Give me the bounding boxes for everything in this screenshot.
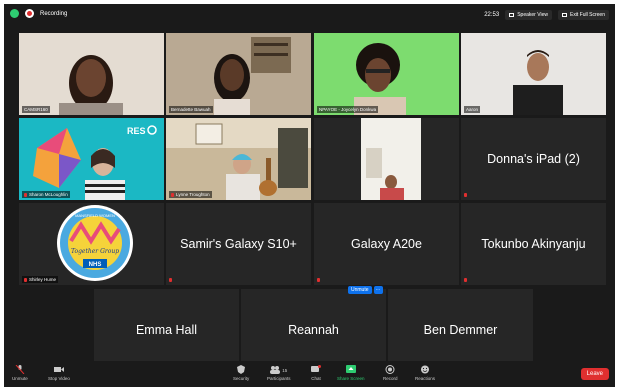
stop-video-button[interactable]: Stop Video	[48, 365, 70, 381]
participant-name: Sharon McLoughlin	[22, 191, 70, 198]
participant-video	[314, 118, 459, 200]
participant-video	[166, 33, 311, 115]
participant-tile[interactable]: Donna's iPad (2)	[461, 118, 606, 200]
participant-name: Reannah	[288, 323, 339, 337]
record-button[interactable]: Record	[383, 365, 398, 381]
participants-count: 15	[282, 368, 288, 373]
participant-name: Galaxy A20e	[351, 237, 422, 251]
exit-fullscreen-label: Exit Full Screen	[569, 12, 605, 18]
participant-video	[314, 33, 459, 115]
zoom-window: Recording 22:53 Speaker View Exit Full S…	[4, 4, 615, 387]
participant-name: Ben Demmer	[423, 323, 498, 337]
participants-button[interactable]: 15 Participants	[267, 365, 291, 381]
reactions-button[interactable]: Reactions	[415, 365, 435, 381]
participant-logo: MANSFIELD WOMEN Together Group NHS	[19, 203, 164, 285]
participant-tile[interactable]: Samir's Galaxy S10+	[166, 203, 311, 285]
mic-muted-icon	[15, 365, 25, 374]
participant-video	[166, 118, 311, 200]
participants-label: Participants	[267, 376, 291, 381]
participant-name: NPAYOE - Joycelyn Donkwa	[317, 106, 379, 113]
reactions-icon	[421, 365, 429, 374]
participants-icon	[270, 366, 281, 374]
record-label: Record	[383, 376, 398, 381]
share-screen-icon	[345, 365, 356, 373]
participant-tile[interactable]: Tokunbo Akinyanju	[461, 203, 606, 285]
security-button[interactable]: Security	[233, 365, 249, 381]
participant-tile[interactable]: Lynne Troughton	[166, 118, 311, 200]
chat-button[interactable]: Chat	[311, 365, 321, 381]
nhs-badge: NHS	[89, 262, 102, 268]
group-logo-text: MANSFIELD WOMEN	[75, 213, 115, 218]
participant-name-text: Shirley Hume	[29, 277, 57, 282]
participant-video: RES	[19, 118, 164, 200]
shield-icon	[237, 365, 246, 374]
participant-tile[interactable]: MANSFIELD WOMEN Together Group NHS Shirl…	[19, 203, 164, 285]
meeting-time: 22:53	[484, 12, 500, 18]
participant-name: Shirley Hume	[22, 276, 59, 283]
recording-icon	[25, 9, 34, 18]
participant-video	[19, 33, 164, 115]
top-bar: Recording 22:53 Speaker View Exit Full S…	[4, 4, 615, 26]
share-screen-label: Share Screen	[337, 376, 365, 381]
speaker-view-label: Speaker View	[517, 12, 548, 18]
recording-label: Recording	[40, 10, 68, 17]
speaker-view-button[interactable]: Speaker View	[505, 10, 552, 20]
meeting-toolbar: Unmute Stop Video Security 15 Participan…	[4, 361, 615, 387]
unmute-button[interactable]: Unmute	[12, 365, 28, 381]
stop-video-label: Stop Video	[48, 376, 70, 381]
participant-tile[interactable]	[314, 118, 459, 200]
participant-tile[interactable]: RES Sharon McLoughlin	[19, 118, 164, 200]
muted-mic-icon	[464, 193, 467, 197]
security-label: Security	[233, 376, 250, 381]
participant-tile[interactable]: Galaxy A20e	[314, 203, 459, 285]
participant-name: Donna's iPad (2)	[487, 152, 580, 166]
participant-tile[interactable]: NPAYOE - Joycelyn Donkwa	[314, 33, 459, 115]
participant-name: CAMSR160	[22, 106, 50, 113]
participant-tile[interactable]: CAMSR160	[19, 33, 164, 115]
participant-name: Samir's Galaxy S10+	[180, 237, 297, 251]
participant-tile[interactable]: Aaron	[461, 33, 606, 115]
hover-more-button[interactable]: ···	[373, 286, 383, 294]
participant-video	[461, 33, 606, 115]
participant-name: Bernadette Bawuah	[169, 106, 213, 113]
reactions-label: Reactions	[415, 376, 436, 381]
chat-icon	[311, 365, 321, 372]
chat-label: Chat	[311, 376, 321, 381]
video-camera-icon	[53, 367, 64, 372]
leave-button[interactable]: Leave	[580, 368, 609, 380]
participant-name: Lynne Troughton	[169, 191, 212, 198]
muted-mic-icon	[24, 277, 27, 282]
muted-mic-icon	[171, 192, 174, 197]
participant-tile[interactable]: Ben Demmer	[388, 289, 533, 371]
record-icon	[385, 365, 395, 374]
muted-mic-icon	[24, 192, 27, 197]
participant-name: Tokunbo Akinyanju	[481, 237, 586, 251]
hover-unmute-button[interactable]: Unmute	[348, 286, 372, 294]
resolve-logo-text: RES	[127, 126, 146, 136]
security-shield-icon[interactable]	[10, 9, 19, 18]
participant-tile[interactable]: Reannah	[241, 289, 386, 371]
participant-tile[interactable]: Emma Hall	[94, 289, 239, 371]
grid-icon	[509, 13, 515, 17]
participant-tile[interactable]: Bernadette Bawuah	[166, 33, 311, 115]
muted-mic-icon	[169, 278, 172, 282]
participant-name: Emma Hall	[135, 323, 198, 337]
participant-name: Aaron	[464, 106, 481, 113]
fullscreen-icon	[561, 13, 567, 17]
unmute-label: Unmute	[12, 376, 28, 381]
group-logo-script: Together Group	[71, 248, 119, 255]
share-screen-button[interactable]: Share Screen	[337, 365, 365, 381]
hover-controls: Unmute ···	[348, 286, 383, 294]
participant-name-text: Sharon McLoughlin	[29, 192, 68, 197]
muted-mic-icon	[464, 278, 467, 282]
participant-name-text: Lynne Troughton	[176, 192, 210, 197]
muted-mic-icon	[317, 278, 320, 282]
exit-fullscreen-button[interactable]: Exit Full Screen	[557, 10, 609, 20]
